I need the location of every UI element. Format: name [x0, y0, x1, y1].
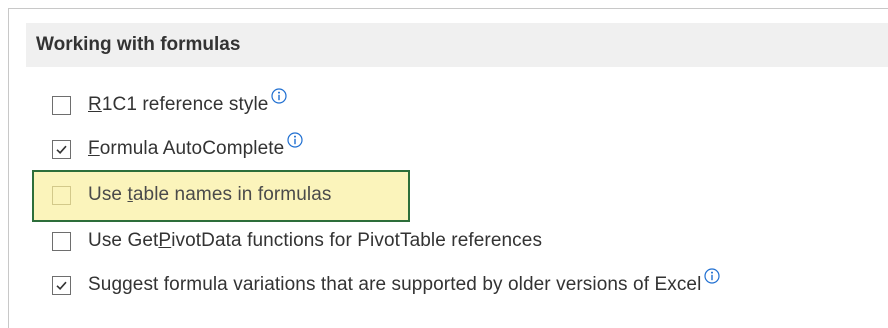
section-title: Working with formulas [36, 34, 241, 55]
option-use-getpivotdata[interactable]: Use GetPivotData functions for PivotTabl… [52, 228, 542, 254]
formula-autocomplete-label: Formula AutoComplete [88, 138, 285, 159]
getpivotdata-label: Use GetPivotData functions for PivotTabl… [88, 230, 543, 251]
checkmark-icon [56, 145, 67, 154]
info-circle-icon[interactable] [704, 267, 721, 289]
r1c1-checkbox[interactable] [52, 95, 71, 115]
option-r1c1-reference-style[interactable]: R1C1 reference style [52, 87, 288, 118]
use-table-names-label: Use table names in formulas [88, 184, 332, 205]
section-header: Working with formulas [26, 23, 888, 67]
suggest-formula-variations-checkbox[interactable] [52, 275, 71, 295]
getpivotdata-checkbox[interactable] [52, 231, 71, 251]
option-suggest-formula-variations[interactable]: Suggest formula variations that are supp… [52, 267, 721, 298]
info-circle-icon[interactable] [271, 87, 288, 109]
option-use-table-names[interactable]: Use table names in formulas [52, 182, 332, 208]
option-formula-autocomplete[interactable]: Formula AutoComplete [52, 131, 303, 162]
formula-autocomplete-checkbox[interactable] [52, 139, 71, 159]
suggest-formula-variations-label: Suggest formula variations that are supp… [88, 274, 702, 295]
info-circle-icon[interactable] [287, 131, 303, 153]
checkmark-icon [56, 281, 67, 290]
use-table-names-checkbox[interactable] [52, 185, 71, 205]
r1c1-label: R1C1 reference style [88, 94, 269, 115]
